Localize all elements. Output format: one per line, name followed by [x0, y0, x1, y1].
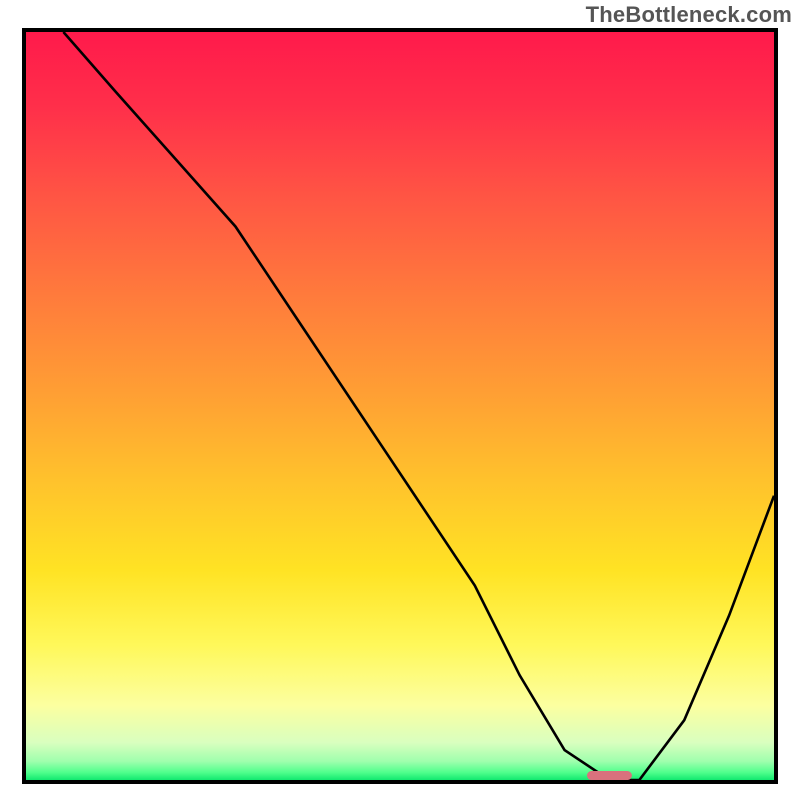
bottleneck-curve-line: [63, 32, 774, 780]
chart-overlay: [26, 32, 774, 780]
chart-frame: [22, 28, 778, 784]
watermark-text: TheBottleneck.com: [586, 2, 792, 28]
optimal-marker: [587, 771, 632, 780]
